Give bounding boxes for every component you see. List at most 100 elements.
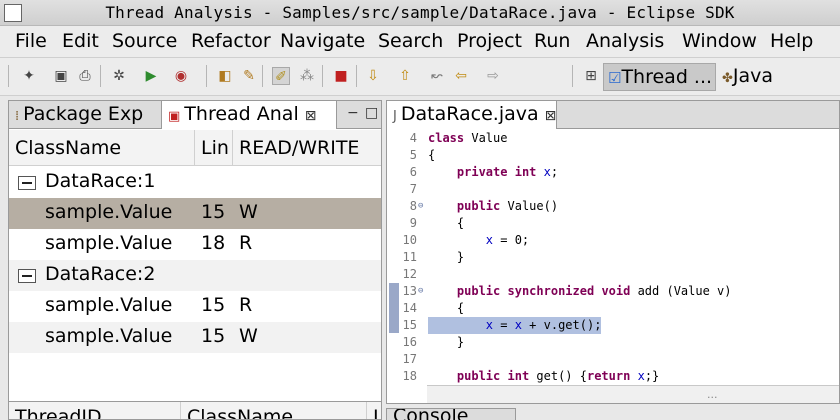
code-text: public synchronized void add (Value v)	[456, 284, 732, 298]
tree-item-row[interactable]: sample.Value 15 W	[9, 198, 381, 229]
print-icon[interactable]: ⎙	[76, 67, 94, 85]
run-icon[interactable]: ▶	[142, 67, 160, 85]
thread-table-header: ThreadID ClassName L	[9, 401, 381, 419]
line-number: 10	[402, 233, 417, 247]
thread-icon[interactable]: ⁂	[298, 67, 316, 85]
new-wizard-icon[interactable]: ✦	[20, 67, 38, 85]
code-line[interactable]: 10 x = 0;	[387, 232, 839, 249]
code-text: {	[428, 148, 436, 162]
menu-analysis[interactable]: Analysis	[586, 30, 664, 52]
column-header-line[interactable]: Lin	[195, 130, 233, 166]
code-line[interactable]: 5{	[387, 147, 839, 164]
access-type: W	[239, 201, 258, 223]
last-edit-icon[interactable]: ↜	[428, 67, 446, 85]
code-text: public int get() {return x;}	[456, 369, 660, 383]
code-text: private int x;	[456, 165, 559, 179]
code-text: {	[428, 301, 465, 315]
code-line[interactable]: 18 public int get() {return x;}	[387, 368, 839, 385]
tab-datarace-java[interactable]: J DataRace.java ⊠	[387, 101, 557, 129]
code-text: }	[428, 335, 465, 349]
menu-help[interactable]: Help	[770, 30, 813, 52]
open-perspective-icon[interactable]: ⊞	[582, 67, 600, 85]
tab-package-explorer[interactable]: ⁞ Package Exp	[9, 101, 161, 129]
perspective-java-button[interactable]: ✤Java	[718, 63, 788, 91]
class-name: sample.Value	[45, 201, 173, 223]
code-line[interactable]: 9 {	[387, 215, 839, 232]
save-icon[interactable]: ▣	[52, 67, 70, 85]
minimize-icon[interactable]: −	[347, 105, 359, 121]
fold-icon[interactable]: ⊖	[418, 283, 427, 300]
collapse-icon[interactable]	[18, 269, 36, 283]
line-number: 18	[201, 232, 226, 254]
java-file-icon: J	[393, 109, 397, 124]
code-line[interactable]: 11 }	[387, 249, 839, 266]
tree-group-row[interactable]: DataRace:2	[9, 260, 381, 291]
thread-analysis-view: ⁞ Package Exp ▣ Thread Anal ⊠ − □ ClassName…	[8, 100, 382, 420]
menu-search[interactable]: Search	[378, 30, 443, 52]
external-tools-icon[interactable]: ◉	[172, 67, 190, 85]
previous-annotation-icon[interactable]: ⇧	[396, 67, 414, 85]
code-area[interactable]: 4 class Value 5{6 private int x; 7 8 ⊖ public…	[387, 130, 839, 386]
scroll-grip[interactable]: ...	[707, 388, 718, 401]
column-header-threadid[interactable]: ThreadID	[9, 402, 181, 419]
tree-item-row[interactable]: sample.Value 18 R	[9, 229, 381, 260]
access-type: W	[239, 325, 258, 347]
tab-label: DataRace.java	[400, 103, 539, 125]
forward-icon[interactable]: ⇨	[484, 67, 502, 85]
maximize-icon[interactable]: □	[365, 105, 378, 121]
close-icon[interactable]: ⊠	[305, 108, 317, 124]
next-annotation-icon[interactable]: ⇩	[364, 67, 382, 85]
line-number: 9	[409, 216, 417, 230]
editor-tabstrip: J DataRace.java ⊠	[387, 101, 839, 129]
tree-group-row[interactable]: DataRace:1	[9, 167, 381, 198]
line-number: 6	[409, 165, 417, 179]
line-number: 15	[201, 201, 226, 223]
menu-navigate[interactable]: Navigate	[280, 30, 365, 52]
menu-project[interactable]: Project	[457, 30, 522, 52]
code-line[interactable]: 15 x = x + v.get();	[387, 317, 839, 334]
debug-icon[interactable]: ✲	[110, 67, 128, 85]
column-header-read-write[interactable]: READ/WRITE	[233, 130, 381, 166]
highlight-icon[interactable]: ✐	[272, 67, 290, 85]
menu-window[interactable]: Window	[682, 30, 757, 52]
menu-source[interactable]: Source	[112, 30, 177, 52]
code-line[interactable]: 12	[387, 266, 839, 283]
class-name: sample.Value	[45, 325, 173, 347]
column-header-l[interactable]: L	[367, 402, 381, 419]
line-number: 18	[402, 369, 417, 383]
horizontal-scrollbar[interactable]: ...	[427, 385, 839, 403]
menu-refactor[interactable]: Refactor	[191, 30, 271, 52]
menu-edit[interactable]: Edit	[62, 30, 99, 52]
tab-console[interactable]: Console	[386, 408, 516, 420]
open-type-icon[interactable]: ◧	[216, 67, 234, 85]
tab-thread-analysis[interactable]: ▣ Thread Anal ⊠	[161, 101, 337, 129]
close-icon[interactable]: ⊠	[545, 108, 556, 124]
toolbar-separator	[262, 65, 263, 87]
collapse-icon[interactable]	[18, 176, 36, 190]
menu-run[interactable]: Run	[534, 30, 570, 52]
perspective-thread-button[interactable]: ☑Thread ...	[603, 63, 716, 91]
toolbar-separator	[322, 65, 323, 87]
code-line[interactable]: 8 ⊖ public Value()	[387, 198, 839, 215]
stop-icon[interactable]: ■	[332, 67, 350, 85]
column-header-classname[interactable]: ClassName	[9, 130, 195, 166]
access-type: R	[239, 294, 253, 316]
code-line[interactable]: 14 {	[387, 300, 839, 317]
open-task-icon[interactable]: ✎	[240, 67, 258, 85]
code-line[interactable]: 6 private int x;	[387, 164, 839, 181]
code-text: class Value	[428, 131, 508, 145]
line-number: 15	[201, 325, 226, 347]
code-line[interactable]: 17	[387, 351, 839, 368]
fold-icon[interactable]: ⊖	[418, 198, 427, 215]
code-line[interactable]: 7	[387, 181, 839, 198]
back-icon[interactable]: ⇦	[452, 67, 470, 85]
code-line[interactable]: 16 }	[387, 334, 839, 351]
tree-item-row[interactable]: sample.Value 15 W	[9, 322, 381, 353]
tree-item-row[interactable]: sample.Value 15 R	[9, 291, 381, 322]
toolbar-separator	[206, 65, 207, 87]
column-header-classname-2[interactable]: ClassName	[181, 402, 367, 419]
menu-file[interactable]: File	[15, 30, 47, 52]
class-name: sample.Value	[45, 294, 173, 316]
code-line[interactable]: 4 class Value	[387, 130, 839, 147]
code-line[interactable]: 13 ⊖ public synchronized void add (Value …	[387, 283, 839, 300]
